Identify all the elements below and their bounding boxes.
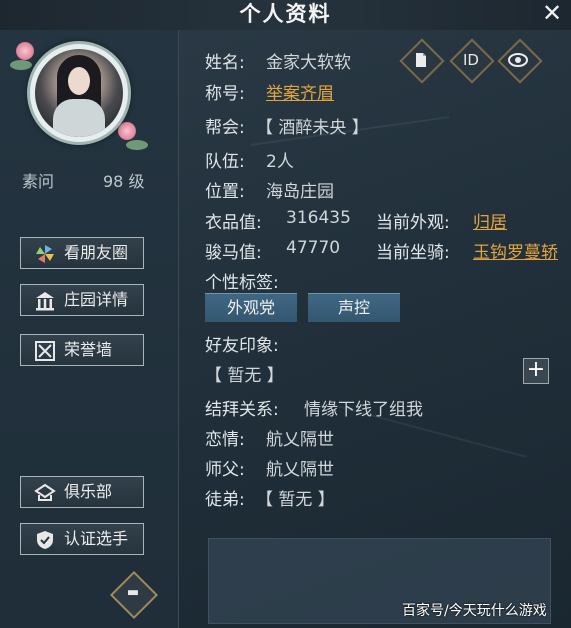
name-label: 姓名:	[205, 53, 245, 73]
eye-icon	[507, 50, 529, 70]
title-link[interactable]: 举案齐眉	[266, 79, 334, 104]
name-value: 金家大软软	[266, 53, 351, 73]
lotus-decoration	[16, 42, 34, 60]
club-label: 俱乐部	[64, 482, 113, 501]
honor-wall-label: 荣誉墙	[64, 340, 113, 359]
location-value: 海岛庄园	[266, 182, 334, 202]
club-button[interactable]: 俱乐部	[20, 476, 144, 508]
romance-value: 航乂隔世	[266, 430, 334, 450]
add-impression-button[interactable]: +	[523, 358, 549, 384]
manor-icon	[36, 292, 54, 311]
team-value: 2人	[266, 152, 294, 172]
manor-details-button[interactable]: 庄园详情	[20, 284, 144, 316]
team-label: 队伍:	[205, 152, 245, 172]
tags-label: 个性标签:	[205, 273, 279, 293]
honor-wall-icon	[35, 341, 55, 361]
view-moments-label: 看朋友圈	[64, 243, 129, 262]
leaf-decoration	[126, 140, 148, 150]
master-label: 师父:	[205, 460, 245, 480]
friend-impression-value: 【 暂无 】	[205, 366, 284, 386]
avatar-portrait	[35, 49, 123, 137]
guild-value: 【 酒醉未央 】	[256, 118, 369, 138]
outfit-score-value: 316435	[286, 208, 351, 228]
window-title: 个人资料	[239, 2, 332, 26]
title-label: 称号:	[205, 84, 245, 104]
verified-player-label: 认证选手	[64, 529, 129, 548]
current-mount-link[interactable]: 玉钩罗蔓轿	[473, 238, 558, 263]
lotus-decoration	[118, 122, 136, 140]
horse-score-label: 骏马值:	[205, 243, 262, 263]
apprentice-value: 【 暂无 】	[256, 490, 335, 510]
view-moments-button[interactable]: 看朋友圈	[20, 237, 144, 269]
title-bar: 个人资料 ✕	[0, 0, 571, 30]
character-panel: 素问 98 级 看朋友圈 庄园详情 荣誉墙 俱乐部 认证选手	[0, 30, 179, 628]
verified-player-button[interactable]: 认证选手	[20, 523, 144, 555]
outfit-score-label: 衣品值:	[205, 213, 262, 233]
honor-wall-button[interactable]: 荣誉墙	[20, 334, 144, 366]
appearance-label: 当前外观:	[376, 213, 450, 233]
tag-outfit-fan[interactable]: 外观党	[205, 293, 297, 322]
character-level: 98 级	[103, 172, 145, 191]
chat-bubble-icon: ▬	[126, 585, 140, 600]
master-value: 航乂隔世	[266, 460, 334, 480]
id-icon: ID	[463, 51, 479, 69]
close-button[interactable]: ✕	[537, 0, 567, 28]
profile-window: 个人资料 ✕ 素问 98 级 看朋友圈 庄园详情 荣誉墙 俱乐部 认证选手 ▬ …	[0, 0, 571, 628]
sworn-relation-label: 结拜关系:	[205, 400, 279, 420]
manor-details-label: 庄园详情	[64, 290, 129, 309]
sworn-relation-value: 情缘下线了组我	[304, 400, 423, 420]
verified-shield-icon	[37, 531, 53, 549]
watermark-text: 百家号/今天玩什么游戏	[402, 603, 547, 619]
horse-score-value: 47770	[286, 238, 341, 258]
copy-icon	[413, 52, 427, 68]
avatar[interactable]	[30, 44, 128, 142]
friend-impression-label: 好友印象:	[205, 336, 279, 356]
location-label: 位置:	[205, 182, 245, 202]
current-mount-label: 当前坐骑:	[376, 243, 450, 263]
club-icon	[34, 483, 56, 501]
apprentice-label: 徒弟:	[205, 490, 245, 510]
romance-label: 恋情:	[205, 430, 245, 450]
pinwheel-icon	[36, 245, 54, 263]
leaf-decoration	[10, 60, 32, 70]
tag-voice-fan[interactable]: 声控	[308, 293, 400, 322]
character-name: 素问	[22, 172, 55, 191]
guild-label: 帮会:	[205, 118, 245, 138]
appearance-link[interactable]: 归居	[473, 208, 507, 233]
